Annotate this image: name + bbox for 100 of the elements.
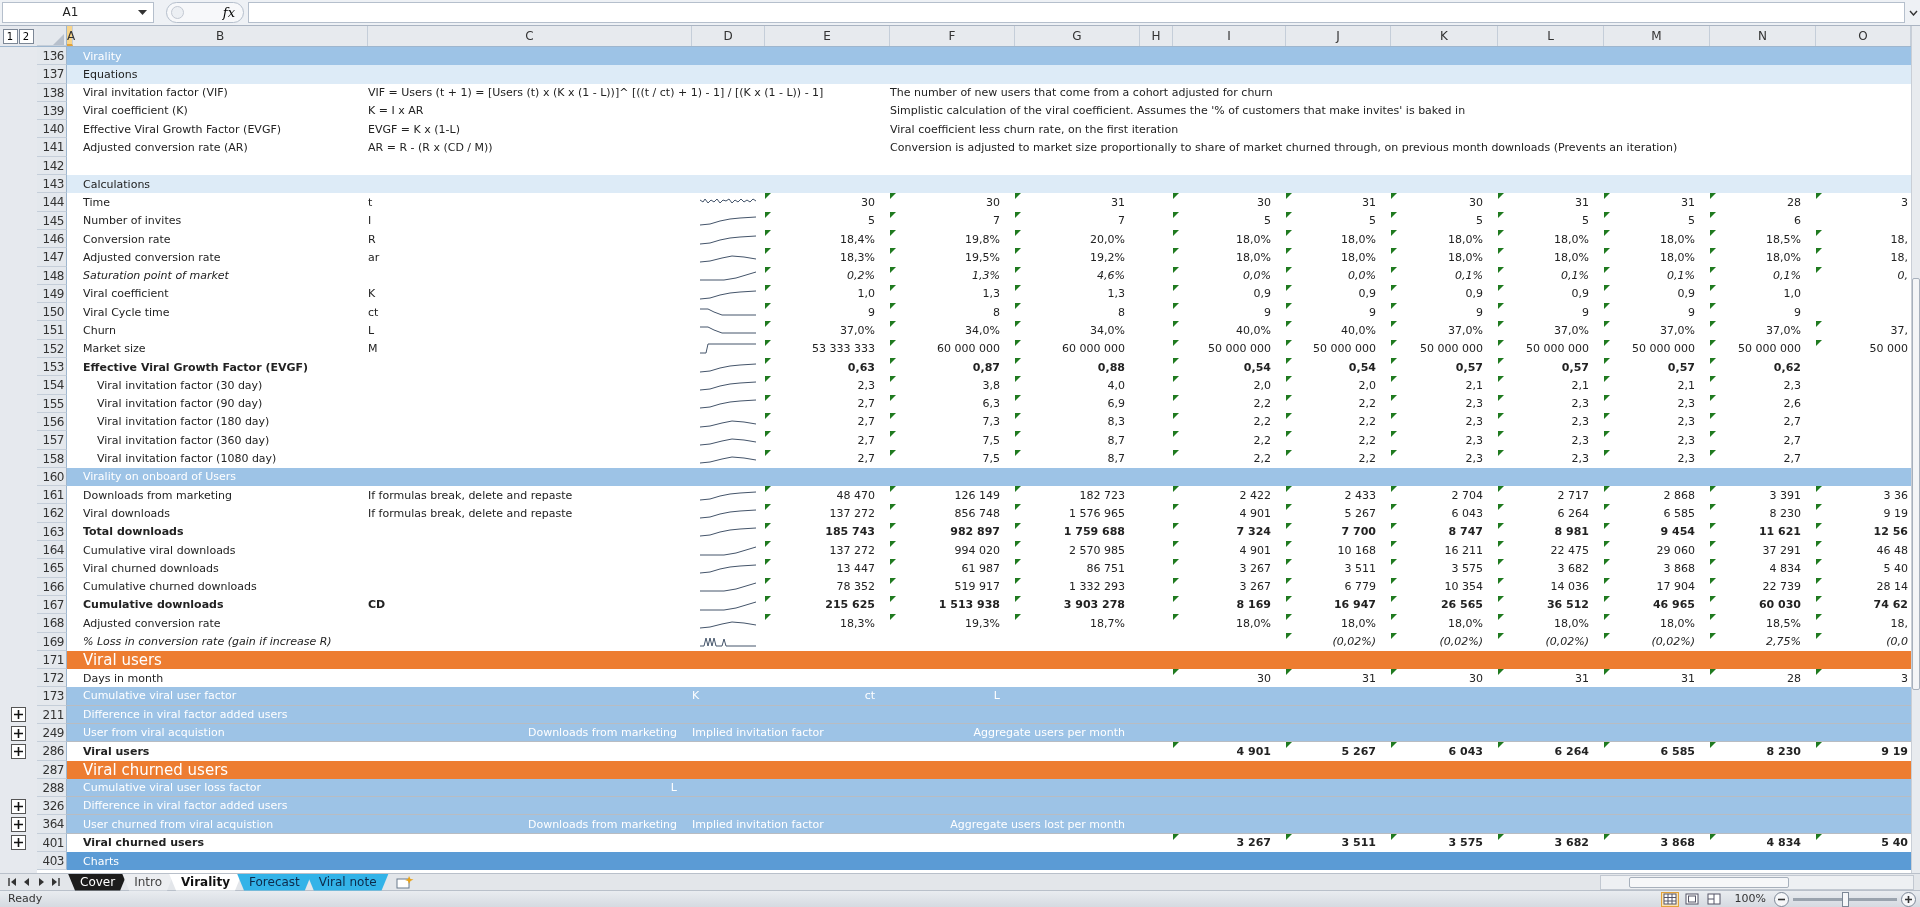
cell-value: 4,0 [1107, 378, 1125, 393]
row-number[interactable]: 140 [37, 120, 67, 139]
column-header[interactable]: I [1173, 26, 1286, 46]
normal-view-icon[interactable] [1662, 893, 1677, 905]
cell-value: 0,1% [1561, 269, 1589, 283]
last-arrow-icon[interactable] [50, 877, 60, 887]
outline-level-button[interactable]: 2 [18, 28, 34, 44]
row-number[interactable]: 137 [37, 65, 67, 84]
cell-value: 18,0% [1766, 250, 1801, 264]
column-label: Downloads from marketing [527, 726, 677, 740]
row-label: Cumulative downloads [82, 598, 224, 612]
right-arrow-icon[interactable] [36, 877, 46, 887]
scrollbar-thumb[interactable] [1629, 876, 1789, 888]
cell-value: 6 585 [1663, 506, 1695, 521]
section-title: Cumulative viral user loss factor [82, 780, 262, 795]
insert-function-button[interactable]: fx [166, 2, 244, 23]
row-number[interactable]: 165 [37, 559, 67, 578]
page-break-icon[interactable] [1706, 893, 1721, 905]
row-number[interactable]: 326 [37, 797, 67, 816]
row-number[interactable]: 151 [37, 321, 67, 340]
first-arrow-icon[interactable] [8, 877, 18, 887]
row-number[interactable]: 143 [37, 175, 67, 194]
vertical-scrollbar[interactable] [1911, 26, 1920, 873]
cell-value: 5 [1369, 214, 1376, 228]
zoom-level: 100% [1734, 892, 1766, 906]
row-label: Cumulative viral downloads [82, 543, 236, 557]
left-arrow-icon[interactable] [22, 877, 32, 887]
row-number[interactable]: 157 [37, 431, 67, 450]
name-box[interactable]: A1 [2, 2, 154, 23]
row-label: Viral invitation factor (VIF) [82, 86, 228, 100]
expand-button[interactable] [11, 725, 26, 741]
column-header[interactable]: M [1604, 26, 1710, 46]
zoom-out-button[interactable] [1774, 891, 1789, 907]
column-header[interactable]: H [1140, 26, 1173, 46]
cell-value: 2,3 [1783, 378, 1801, 393]
row-number[interactable]: 172 [37, 669, 67, 688]
row-label: Viral Cycle time [82, 305, 170, 319]
symbol-label: L [368, 324, 375, 338]
outline-level-button[interactable]: 1 [2, 28, 18, 44]
row-number[interactable]: 403 [37, 852, 67, 871]
expand-caret-icon[interactable] [1909, 9, 1918, 16]
row-number[interactable]: 144 [37, 193, 67, 212]
row-number[interactable]: 364 [37, 815, 67, 834]
row-number[interactable]: 153 [37, 358, 67, 377]
row-number[interactable]: 161 [37, 486, 67, 505]
row-number[interactable]: 136 [37, 47, 67, 66]
section-title: User from viral acquistion [82, 726, 225, 740]
row-number[interactable]: 147 [37, 248, 67, 267]
sheet-tab[interactable]: Intro [122, 873, 174, 891]
row-number[interactable]: 141 [37, 138, 67, 157]
sheet-tab[interactable]: Forecast [237, 873, 312, 891]
column-header[interactable]: G [1015, 26, 1140, 46]
cell-value: 3 511 [1341, 836, 1376, 850]
cell-value: 5 40 [1883, 561, 1908, 576]
row-number[interactable]: 150 [37, 303, 67, 322]
row-number[interactable]: 168 [37, 614, 67, 633]
column-header[interactable]: N [1710, 26, 1816, 46]
row-number[interactable]: 162 [37, 504, 67, 523]
cell-value: 5 [1688, 214, 1695, 228]
column-header[interactable]: L [1498, 26, 1604, 46]
slider-thumb[interactable] [1842, 891, 1849, 907]
cell-value: 18, [1890, 250, 1908, 264]
expand-button[interactable] [11, 707, 26, 723]
cell-value: 0,88 [1097, 360, 1125, 374]
row-label: Viral coefficient [82, 287, 169, 301]
formula-field[interactable] [248, 2, 1905, 23]
cell-value: 86 751 [1086, 561, 1125, 576]
cell-value: 2,3 [1677, 452, 1695, 466]
page-layout-icon[interactable] [1684, 893, 1699, 905]
cell-value: 18,5% [1766, 232, 1801, 246]
cell-value: 4 901 [1239, 506, 1271, 521]
column-header[interactable]: J [1286, 26, 1391, 46]
expand-button[interactable] [11, 817, 26, 833]
cell-value: 3 682 [1557, 561, 1589, 576]
horizontal-scrollbar[interactable] [1600, 874, 1914, 890]
cell-value: 30 [1469, 195, 1483, 210]
cell-value: 2,7 [1783, 452, 1801, 466]
expand-button[interactable] [11, 798, 26, 814]
expand-button[interactable] [11, 835, 26, 851]
column-header[interactable]: C [368, 26, 692, 46]
cell-value: 2,0 [1253, 378, 1271, 393]
row-number[interactable]: 173 [37, 687, 67, 706]
row-number[interactable]: 286 [37, 742, 67, 761]
row-number[interactable]: 164 [37, 541, 67, 560]
scrollbar-thumb[interactable] [1912, 278, 1920, 690]
column-header[interactable]: E [765, 26, 890, 46]
cell-value: 137 272 [829, 506, 875, 521]
sheet-tab[interactable]: Viral note [306, 873, 389, 891]
cell-value: 37,0% [840, 324, 875, 338]
cell-value: 31 [1575, 195, 1589, 210]
row-number[interactable]: 154 [37, 376, 67, 395]
column-header[interactable]: D [692, 26, 765, 46]
cell-value: 6,9 [1107, 397, 1125, 411]
sheet-tab[interactable]: Virality [169, 873, 242, 891]
cell-value: (0,0 [1886, 635, 1908, 649]
column-header[interactable]: A [67, 26, 73, 46]
column-header[interactable]: F [890, 26, 1015, 46]
column-header[interactable]: K [1391, 26, 1498, 46]
zoom-in-button[interactable] [1901, 891, 1916, 907]
expand-button[interactable] [11, 743, 26, 759]
